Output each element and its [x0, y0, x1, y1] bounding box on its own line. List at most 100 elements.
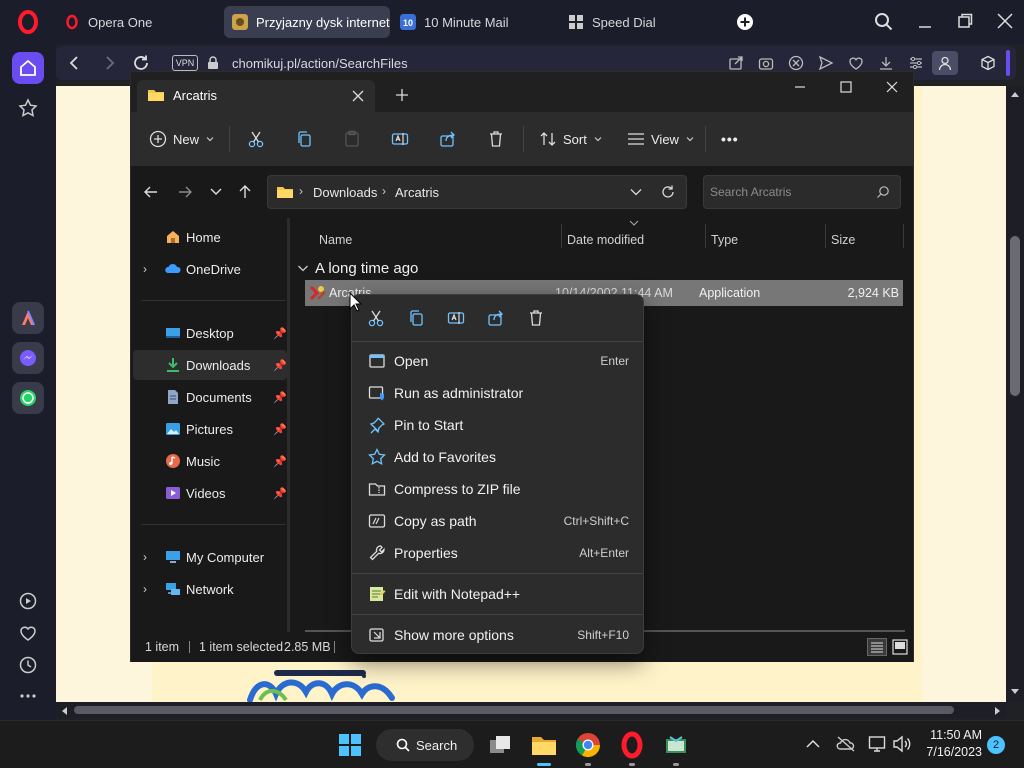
nav-item-pictures[interactable]: Pictures 📌: [133, 414, 287, 444]
scroll-up-arrow-icon[interactable]: [1010, 90, 1020, 98]
page-horizontal-scrollbar[interactable]: [56, 702, 1006, 718]
network-monitor-icon[interactable]: [868, 735, 886, 753]
scroll-right-arrow-icon[interactable]: [994, 706, 1002, 716]
column-separator[interactable]: [903, 224, 904, 248]
add-tab-icon[interactable]: [395, 88, 409, 102]
search-icon[interactable]: [876, 185, 890, 199]
minimize-window-icon[interactable]: [916, 12, 934, 30]
back-icon[interactable]: [66, 54, 84, 72]
nav-item-desktop[interactable]: Desktop 📌: [133, 318, 287, 348]
group-header[interactable]: A long time ago: [297, 256, 418, 280]
forward-icon[interactable]: [100, 54, 118, 72]
new-button[interactable]: New: [149, 124, 215, 154]
nav-item-downloads[interactable]: Downloads 📌: [133, 350, 287, 380]
aria-icon[interactable]: [12, 302, 44, 334]
pin-icon[interactable]: 📌: [273, 487, 287, 500]
whatsapp-icon[interactable]: [12, 382, 44, 414]
file-explorer-taskbar-icon[interactable]: [530, 731, 558, 759]
menu-item-add-to-favorites[interactable]: Add to Favorites: [356, 441, 641, 473]
nav-item-onedrive[interactable]: › OneDrive: [133, 254, 287, 284]
chevron-right-icon[interactable]: ›: [143, 550, 147, 564]
chevron-right-icon[interactable]: ›: [143, 262, 147, 276]
explorer-minimize-icon[interactable]: [793, 80, 807, 94]
home-icon[interactable]: [12, 52, 44, 84]
copy-icon[interactable]: [295, 124, 313, 154]
address-dropdown-icon[interactable]: [630, 187, 642, 197]
ad-blocker-icon[interactable]: [788, 55, 804, 71]
onedrive-offline-icon[interactable]: [836, 735, 856, 753]
nav-item-documents[interactable]: Documents 📌: [133, 382, 287, 412]
nav-pane-scrollbar[interactable]: [287, 218, 290, 632]
tab-10-minute-mail[interactable]: 10 10 Minute Mail: [392, 6, 552, 38]
notification-badge[interactable]: 2: [987, 736, 1005, 754]
share-icon[interactable]: [487, 309, 505, 327]
scroll-thumb[interactable]: [1010, 236, 1020, 396]
lock-icon[interactable]: [206, 56, 220, 70]
breadcrumb-arcatris[interactable]: Arcatris: [395, 185, 439, 200]
copy-icon[interactable]: [407, 309, 425, 327]
task-view-icon[interactable]: [486, 731, 514, 759]
pinboards-icon[interactable]: [12, 92, 44, 124]
extensions-cube-icon[interactable]: [980, 55, 996, 71]
menu-item-open[interactable]: Open Enter: [356, 345, 641, 377]
column-separator[interactable]: [561, 224, 562, 248]
scroll-thumb[interactable]: [74, 706, 954, 714]
restore-window-icon[interactable]: [956, 12, 974, 30]
share-icon[interactable]: [439, 124, 457, 154]
column-separator[interactable]: [825, 224, 826, 248]
cut-icon[interactable]: [367, 309, 385, 327]
page-vertical-scrollbar[interactable]: [1006, 86, 1024, 702]
rename-icon[interactable]: [391, 124, 409, 154]
column-header-type[interactable]: Type: [711, 226, 738, 254]
recent-locations-icon[interactable]: [209, 186, 223, 198]
profile-icon[interactable]: [932, 51, 958, 75]
easy-setup-icon[interactable]: [908, 55, 924, 71]
windows-start-icon[interactable]: [336, 731, 364, 759]
menu-item-compress-to-zip[interactable]: Compress to ZIP file: [356, 473, 641, 505]
snapshot-camera-icon[interactable]: [758, 55, 774, 71]
delete-icon[interactable]: [527, 309, 545, 327]
volume-icon[interactable]: [892, 735, 912, 753]
send-icon[interactable]: [818, 55, 834, 71]
sort-button[interactable]: Sort: [539, 124, 603, 154]
view-button[interactable]: View: [627, 124, 695, 154]
explorer-close-icon[interactable]: [885, 80, 899, 94]
chevron-right-icon[interactable]: ›: [143, 582, 147, 596]
messenger-icon[interactable]: [12, 342, 44, 374]
pin-icon[interactable]: 📌: [273, 359, 287, 372]
chrome-icon[interactable]: [574, 731, 602, 759]
player-icon[interactable]: [12, 585, 44, 617]
more-options-icon[interactable]: [12, 680, 44, 712]
nav-item-videos[interactable]: Videos 📌: [133, 478, 287, 508]
show-hidden-icons-icon[interactable]: [806, 738, 820, 750]
scroll-down-arrow-icon[interactable]: [1010, 688, 1020, 696]
new-tab-icon[interactable]: [736, 13, 754, 31]
bookmark-heart-icon[interactable]: [848, 55, 864, 71]
tiles-view-icon[interactable]: [891, 638, 909, 656]
reload-icon[interactable]: [132, 54, 150, 72]
tab-opera-one[interactable]: Opera One: [56, 6, 216, 38]
breadcrumb-downloads[interactable]: Downloads: [313, 185, 377, 200]
menu-item-pin-to-start[interactable]: Pin to Start: [356, 409, 641, 441]
history-clock-icon[interactable]: [12, 649, 44, 681]
column-header-size[interactable]: Size: [831, 226, 855, 254]
taskbar-search-button[interactable]: Search: [376, 729, 474, 761]
menu-item-run-as-administrator[interactable]: Run as administrator: [356, 377, 641, 409]
url-field[interactable]: chomikuj.pl/action/SearchFiles: [232, 56, 408, 71]
see-more-button[interactable]: •••: [721, 124, 739, 154]
nav-item-network[interactable]: › Network: [133, 574, 287, 604]
delete-icon[interactable]: [487, 124, 505, 154]
pin-icon[interactable]: 📌: [273, 423, 287, 436]
app-taskbar-icon[interactable]: [662, 731, 690, 759]
breadcrumb[interactable]: › Downloads › Arcatris: [267, 175, 687, 209]
rename-icon[interactable]: [447, 309, 465, 327]
refresh-icon[interactable]: [660, 184, 676, 200]
column-header-date-modified[interactable]: Date modified: [567, 226, 644, 254]
cut-icon[interactable]: [247, 124, 265, 154]
nav-item-music[interactable]: Music 📌: [133, 446, 287, 476]
scroll-left-arrow-icon[interactable]: [60, 706, 68, 716]
tab-speed-dial[interactable]: Speed Dial: [560, 6, 720, 38]
up-arrow-icon[interactable]: [237, 184, 253, 200]
pin-icon[interactable]: 📌: [273, 455, 287, 468]
opera-taskbar-icon[interactable]: [618, 731, 646, 759]
